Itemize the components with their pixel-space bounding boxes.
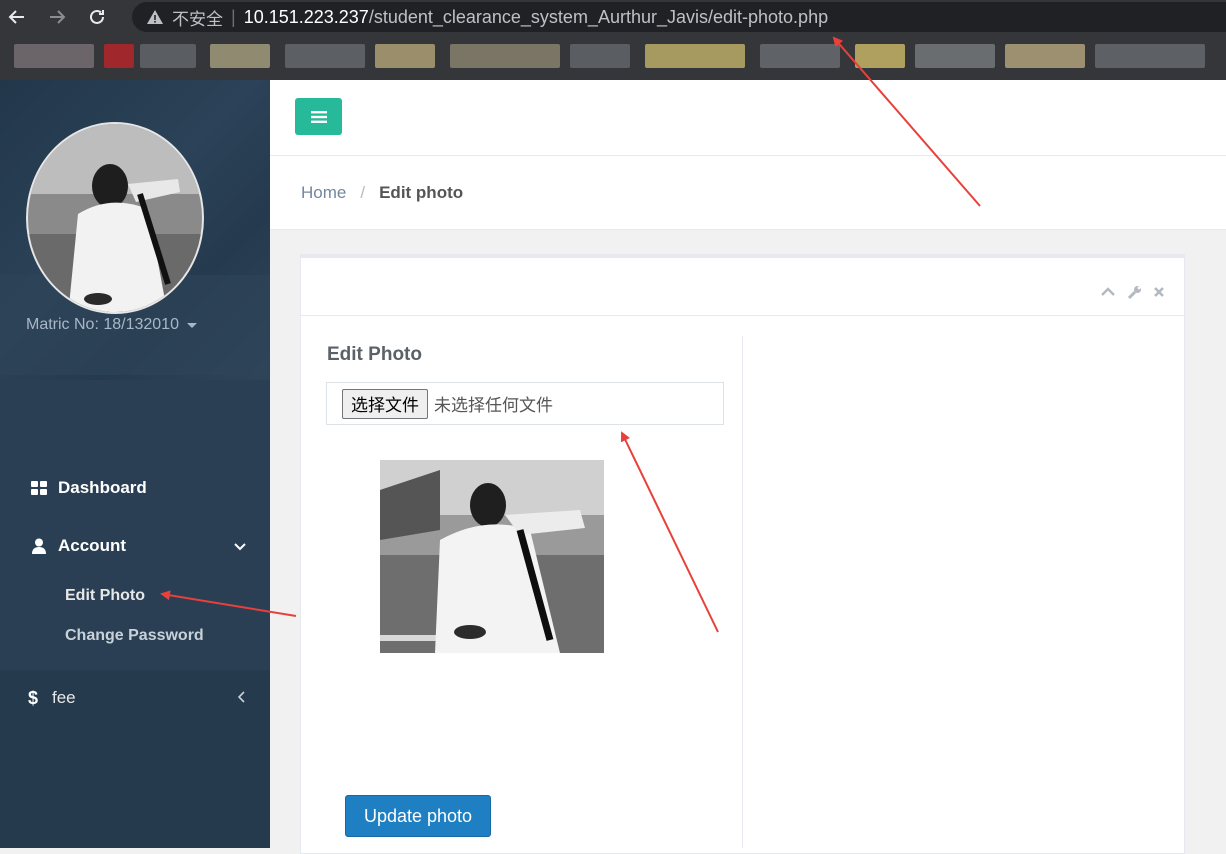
- forward-button[interactable]: [42, 2, 72, 32]
- bookmark-blurred[interactable]: [140, 44, 196, 68]
- file-status-text: 未选择任何文件: [434, 396, 553, 415]
- forward-arrow-icon: [50, 10, 66, 24]
- wrench-icon[interactable]: [1126, 284, 1142, 300]
- back-arrow-icon: [8, 10, 24, 24]
- matric-label: Matric No: 18/132010: [26, 316, 179, 333]
- edit-photo-panel: Edit Photo 选择文件 未选择任何文件 Update photo: [300, 254, 1185, 854]
- bookmark-blurred[interactable]: [450, 44, 560, 68]
- bookmark-blurred[interactable]: [210, 44, 270, 68]
- bookmark-blurred[interactable]: [1095, 44, 1205, 68]
- matric-number-dropdown[interactable]: Matric No: 18/132010: [26, 316, 197, 334]
- insecure-label: 不安全: [172, 9, 223, 29]
- breadcrumb-home-link[interactable]: Home: [301, 183, 346, 203]
- reload-button[interactable]: [82, 2, 112, 32]
- avatar[interactable]: [26, 122, 204, 314]
- url-host: 10.151.223.237: [243, 6, 369, 27]
- submenu-item-edit-photo[interactable]: Edit Photo: [65, 587, 145, 605]
- column-divider: [742, 336, 743, 848]
- close-icon[interactable]: [1151, 284, 1167, 300]
- breadcrumb: Home / Edit photo: [270, 156, 1226, 230]
- breadcrumb-current: Edit photo: [379, 182, 464, 202]
- fee-menu-group: $ fee: [0, 670, 270, 848]
- sidebar-item-dashboard[interactable]: Dashboard: [0, 468, 270, 508]
- bookmark-blurred[interactable]: [1005, 44, 1085, 68]
- browser-toolbar: 不安全 | 10.151.223.237 /student_clearance_…: [0, 0, 1226, 34]
- chevron-left-icon: [237, 688, 246, 708]
- top-navbar: [270, 80, 1226, 156]
- student-photo: [380, 460, 604, 653]
- sidebar-item-fee[interactable]: $ fee: [0, 678, 270, 718]
- sidebar: Matric No: 18/132010 Dashboard Account E…: [0, 80, 270, 848]
- chevron-down-icon: [234, 536, 246, 556]
- url-divider: |: [231, 6, 236, 27]
- address-bar[interactable]: 不安全 | 10.151.223.237 /student_clearance_…: [132, 2, 1226, 32]
- bookmark-blurred[interactable]: [14, 44, 94, 68]
- bookmark-blurred[interactable]: [645, 44, 745, 68]
- sidebar-item-label: fee: [52, 688, 76, 707]
- bookmark-blurred[interactable]: [285, 44, 365, 68]
- bookmark-blurred[interactable]: [760, 44, 840, 68]
- menu-toggle-button[interactable]: [295, 98, 342, 135]
- bookmark-blurred[interactable]: [104, 44, 134, 68]
- file-input[interactable]: 选择文件 未选择任何文件: [326, 382, 724, 425]
- bookmark-blurred[interactable]: [570, 44, 630, 68]
- reload-icon: [90, 9, 104, 24]
- sidebar-item-account[interactable]: Account: [0, 526, 270, 566]
- dollar-icon: $: [27, 687, 38, 708]
- sidebar-item-label: Account: [58, 536, 126, 555]
- back-button[interactable]: [2, 2, 32, 32]
- bookmarks-bar: [0, 34, 1226, 80]
- sidebar-item-label: Dashboard: [58, 478, 147, 497]
- avatar-photo: [28, 124, 202, 312]
- url-path: /student_clearance_system_Aurthur_Javis/…: [368, 6, 829, 27]
- hamburger-icon: [310, 110, 327, 123]
- account-menu-group: Account Edit Photo Change Password: [0, 520, 270, 670]
- collapse-icon[interactable]: [1100, 284, 1116, 300]
- breadcrumb-separator: /: [360, 182, 366, 202]
- user-icon: [30, 537, 48, 555]
- caret-down-icon: [186, 322, 197, 328]
- update-photo-button[interactable]: Update photo: [345, 795, 491, 837]
- submenu-item-change-password[interactable]: Change Password: [65, 627, 204, 645]
- bookmark-blurred[interactable]: [915, 44, 995, 68]
- choose-file-button[interactable]: 选择文件: [342, 388, 428, 419]
- bookmark-blurred[interactable]: [855, 44, 905, 68]
- current-photo-preview: [380, 460, 604, 653]
- dashboard-icon: [30, 479, 48, 497]
- panel-toolbar: [301, 258, 1184, 316]
- warning-icon: [147, 10, 163, 24]
- bookmark-blurred[interactable]: [375, 44, 435, 68]
- form-title: Edit Photo: [327, 344, 422, 365]
